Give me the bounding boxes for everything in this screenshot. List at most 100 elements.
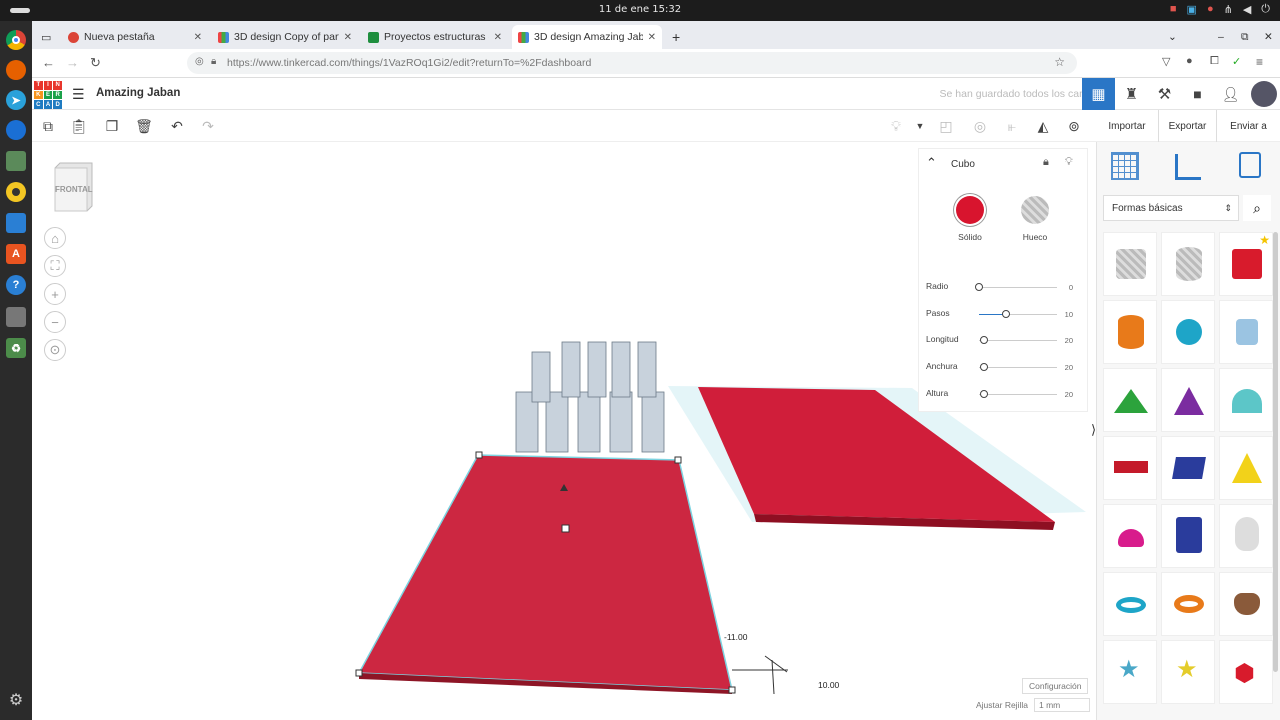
shape-category-select[interactable]: Formas básicas ⇕: [1103, 195, 1239, 221]
shape-torus[interactable]: [1103, 572, 1157, 636]
mirror-icon[interactable]: ◭: [1034, 117, 1052, 135]
help-app-icon[interactable]: ?: [6, 275, 26, 295]
notes-icon[interactable]: [1239, 152, 1261, 178]
pocket-icon[interactable]: ▽: [1162, 55, 1170, 68]
shape-polygon[interactable]: [1161, 504, 1215, 568]
chrome-app-icon[interactable]: [6, 30, 26, 50]
paste-icon[interactable]: 📋︎: [70, 117, 88, 135]
shape-cone[interactable]: [1161, 368, 1215, 432]
tab-nueva-pestana[interactable]: Nueva pestaña ✕: [62, 25, 208, 49]
software-app-icon[interactable]: A: [6, 244, 26, 264]
thunderbird-app-icon[interactable]: [6, 120, 26, 140]
selected-red-plate[interactable]: [357, 454, 733, 694]
show-apps-icon[interactable]: ⚙: [7, 692, 25, 710]
param-slider-pasos[interactable]: [1002, 310, 1010, 318]
extensions-icon[interactable]: ⧠: [1210, 55, 1219, 68]
3d-design-view-button[interactable]: ▦: [1082, 78, 1115, 110]
system-clock[interactable]: 11 de ene 15:32: [0, 4, 1280, 15]
workplane-icon[interactable]: [1111, 152, 1139, 180]
browser-menu-icon[interactable]: ≡: [1256, 55, 1263, 69]
snap-grid-select[interactable]: 1 mm: [1034, 698, 1090, 712]
tab-amazing-jaban[interactable]: 3D design Amazing Jaban ✕: [512, 25, 662, 49]
bookmark-star-icon[interactable]: ☆: [1054, 55, 1065, 69]
param-slider-longitud[interactable]: [980, 336, 988, 344]
param-track[interactable]: [979, 314, 1057, 315]
collapse-chevron-icon[interactable]: ⌃: [926, 155, 937, 171]
url-input[interactable]: ◎ 🔒︎ https://www.tinkercad.com/things/1V…: [187, 52, 1077, 74]
cruise-icon[interactable]: ⊚: [1065, 117, 1083, 135]
param-track[interactable]: [979, 287, 1057, 288]
firefox-app-icon[interactable]: [6, 60, 26, 80]
shapes-scrollbar[interactable]: [1273, 232, 1278, 672]
solid-color-swatch[interactable]: [956, 196, 984, 224]
shape-paraboloid[interactable]: [1219, 504, 1273, 568]
param-slider-anchura[interactable]: [980, 363, 988, 371]
lock-icon[interactable]: 🔒︎: [1043, 156, 1049, 169]
telegram-app-icon[interactable]: ➤: [6, 90, 26, 110]
param-value-longitud[interactable]: 20: [1065, 336, 1073, 345]
align-icon[interactable]: ⫦: [1003, 117, 1021, 135]
reload-icon[interactable]: ↻: [90, 55, 101, 71]
bricks-view-button[interactable]: ⚒: [1148, 78, 1181, 110]
settings-link[interactable]: Configuración: [1022, 678, 1089, 694]
notes-dropdown-icon[interactable]: ▼: [911, 117, 929, 135]
shape-star-gold[interactable]: ★: [1161, 640, 1215, 704]
tinkercad-logo[interactable]: TIN KER CAD: [34, 81, 62, 109]
tab-copy-of-parter[interactable]: 3D design Copy of parteri ✕: [212, 25, 358, 49]
shape-search-button[interactable]: ⌕: [1243, 195, 1271, 221]
shape-tube[interactable]: [1161, 572, 1215, 636]
lego-view-button[interactable]: ■: [1181, 78, 1214, 110]
light-bulb-icon[interactable]: 💡︎: [887, 117, 905, 135]
minimize-window-button[interactable]: –: [1212, 25, 1232, 49]
drive-app-icon[interactable]: [6, 307, 26, 327]
shape-icosahedron[interactable]: ⬢: [1219, 640, 1273, 704]
depth-dimension-label[interactable]: 10.00: [816, 679, 842, 691]
param-value-pasos[interactable]: 10: [1065, 310, 1073, 319]
blocks-view-button[interactable]: ♜: [1115, 78, 1148, 110]
writer-app-icon[interactable]: [6, 213, 26, 233]
project-title[interactable]: Amazing Jaban: [96, 87, 180, 99]
design-list-icon[interactable]: ☰: [72, 86, 85, 103]
hole-swatch[interactable]: [1021, 196, 1049, 224]
shape-half-sphere[interactable]: [1103, 504, 1157, 568]
param-track[interactable]: [979, 340, 1057, 341]
tab-proyectos-estructuras[interactable]: Proyectos estructuras cul ✕: [362, 25, 508, 49]
extension-leaf-icon[interactable]: ✓: [1232, 55, 1241, 68]
new-tab-button[interactable]: +: [666, 25, 688, 49]
close-window-button[interactable]: ✕: [1258, 25, 1278, 49]
add-user-button[interactable]: 👤︎: [1214, 78, 1247, 110]
pillar-group[interactable]: [515, 341, 665, 453]
shape-cylinder[interactable]: [1103, 300, 1157, 364]
system-tray[interactable]: ■ ▣ ● ⋔ ◀ ⏻: [1170, 3, 1270, 16]
shape-roof[interactable]: [1103, 368, 1157, 432]
param-slider-altura[interactable]: [980, 390, 988, 398]
param-value-altura[interactable]: 20: [1065, 390, 1073, 399]
group-icon[interactable]: ◰: [937, 117, 955, 135]
import-button[interactable]: Importar: [1096, 110, 1158, 142]
shape-pyramid[interactable]: [1219, 436, 1273, 500]
shape-round-roof[interactable]: [1219, 368, 1273, 432]
shape-sphere[interactable]: [1161, 300, 1215, 364]
shape-scribble[interactable]: [1219, 300, 1273, 364]
param-value-anchura[interactable]: 20: [1065, 363, 1073, 372]
send-to-button[interactable]: Enviar a: [1216, 110, 1280, 142]
shape-box[interactable]: ★: [1219, 232, 1273, 296]
close-tab-icon[interactable]: ✕: [648, 32, 656, 43]
site-info-icon[interactable]: ◎: [195, 56, 204, 67]
back-arrow-icon[interactable]: ←: [42, 55, 55, 70]
delete-icon[interactable]: 🗑︎: [135, 117, 153, 135]
forward-arrow-icon[interactable]: →: [66, 55, 79, 70]
shape-cylinder-hole[interactable]: [1161, 232, 1215, 296]
param-track[interactable]: [979, 394, 1057, 395]
duplicate-icon[interactable]: ❐: [103, 117, 121, 135]
redo-icon[interactable]: ↷: [199, 117, 217, 135]
rhythmbox-app-icon[interactable]: [6, 182, 26, 202]
light-bulb-icon[interactable]: 💡︎: [1065, 156, 1073, 169]
close-tab-icon[interactable]: ✕: [344, 32, 352, 43]
shape-heart[interactable]: [1219, 572, 1273, 636]
copy-icon[interactable]: ⧉: [39, 117, 57, 135]
user-avatar[interactable]: [1247, 78, 1280, 110]
close-tab-icon[interactable]: ✕: [194, 32, 202, 43]
close-tab-icon[interactable]: ✕: [494, 32, 502, 43]
ruler-icon[interactable]: [1175, 154, 1201, 180]
